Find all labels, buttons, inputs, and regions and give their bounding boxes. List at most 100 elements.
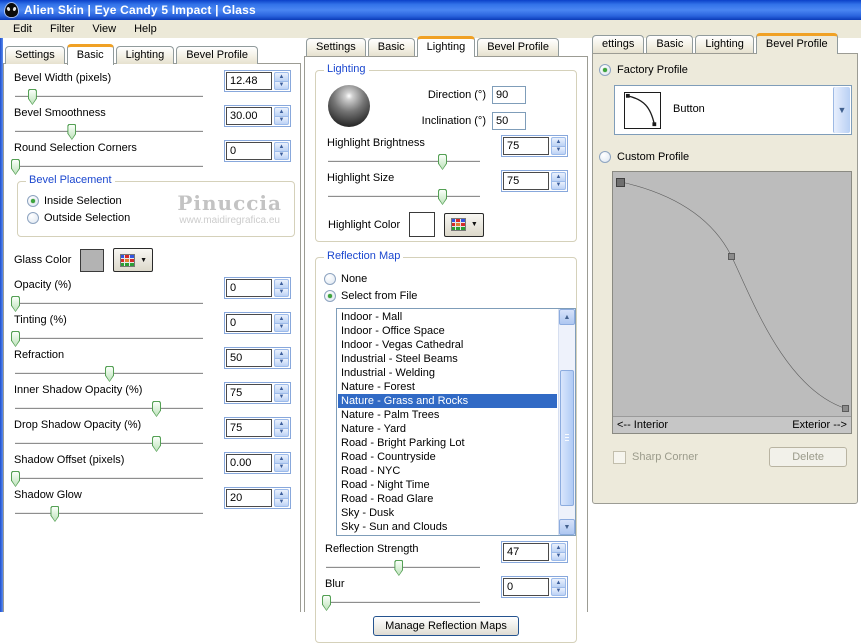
spinner-up-icon[interactable]: ▲: [274, 142, 289, 152]
value-field[interactable]: 50: [226, 349, 272, 367]
slider-thumb[interactable]: [152, 401, 161, 417]
spinner-up-icon[interactable]: ▲: [274, 314, 289, 324]
spinner-down-icon[interactable]: ▼: [274, 323, 289, 332]
direction-input[interactable]: 90: [492, 86, 526, 104]
tab-basic[interactable]: Basic: [66, 44, 114, 65]
custom-profile-radio[interactable]: Custom Profile: [599, 149, 849, 165]
highlight-color-picker-button[interactable]: ▼: [444, 212, 485, 237]
spinner-down-icon[interactable]: ▼: [274, 498, 289, 507]
spinner-down-icon[interactable]: ▼: [274, 116, 289, 125]
value-field[interactable]: 0: [226, 279, 272, 297]
spinner-up-icon[interactable]: ▲: [551, 543, 566, 553]
curve-handle[interactable]: [842, 404, 850, 412]
slider-track[interactable]: [15, 401, 203, 417]
value-field[interactable]: 0.00: [226, 454, 272, 472]
radio-icon[interactable]: [27, 211, 39, 224]
spinner-down-icon[interactable]: ▼: [274, 428, 289, 437]
spinner-up-icon[interactable]: ▲: [551, 172, 566, 182]
slider-thumb[interactable]: [394, 560, 404, 576]
radio-icon[interactable]: [27, 194, 39, 207]
menu-view[interactable]: View: [83, 21, 125, 37]
slider-track[interactable]: [322, 595, 480, 611]
list-item[interactable]: Road - NYC: [338, 464, 557, 478]
list-item[interactable]: Sky - Sun and Clouds: [338, 520, 557, 534]
value-field[interactable]: 75: [226, 419, 272, 437]
tab-bevel-profile[interactable]: Bevel Profile: [755, 33, 838, 54]
radio-icon[interactable]: [599, 64, 611, 76]
scrollbar-thumb[interactable]: [560, 370, 574, 506]
curve-handle[interactable]: [616, 177, 626, 187]
tab-lighting[interactable]: Lighting: [115, 46, 175, 64]
highlight-color-swatch[interactable]: [409, 212, 436, 237]
list-item[interactable]: Indoor - Office Space: [338, 324, 557, 338]
slider-track[interactable]: [11, 296, 203, 312]
menu-filter[interactable]: Filter: [41, 21, 83, 37]
spinner-down-icon[interactable]: ▼: [274, 463, 289, 472]
spinner-down-icon[interactable]: ▼: [551, 552, 566, 561]
spinner-down-icon[interactable]: ▼: [551, 181, 566, 190]
tab-bevel-profile[interactable]: Bevel Profile: [176, 46, 258, 64]
slider-track[interactable]: [15, 366, 203, 382]
spinner-up-icon[interactable]: ▲: [551, 137, 566, 147]
slider-track[interactable]: [15, 89, 203, 105]
value-field[interactable]: 75: [503, 172, 549, 190]
spinner-up-icon[interactable]: ▲: [274, 454, 289, 464]
inclination-input[interactable]: 50: [492, 112, 526, 130]
value-field[interactable]: 0: [503, 578, 549, 596]
tab-settings[interactable]: Settings: [306, 38, 366, 56]
spinner-down-icon[interactable]: ▼: [274, 81, 289, 90]
glass-color-picker-button[interactable]: ▼: [113, 248, 154, 272]
tab-bevel-profile[interactable]: Bevel Profile: [477, 38, 559, 56]
scroll-up-icon[interactable]: ▲: [559, 309, 575, 325]
list-item[interactable]: Road - Night Time: [338, 478, 557, 492]
value-field[interactable]: 30.00: [226, 107, 272, 125]
list-item[interactable]: Industrial - Steel Beams: [338, 352, 557, 366]
slider-track[interactable]: [328, 154, 480, 170]
light-direction-ball[interactable]: [328, 85, 370, 127]
tab-basic[interactable]: Basic: [367, 38, 415, 56]
tab-ettings[interactable]: ettings: [592, 35, 645, 53]
spinner-up-icon[interactable]: ▲: [274, 279, 289, 289]
slider-thumb[interactable]: [11, 471, 20, 487]
bevel-profile-curve-editor[interactable]: <-- Interior Exterior -->: [612, 171, 852, 434]
slider-track[interactable]: [11, 159, 203, 175]
curve-plot[interactable]: [613, 172, 851, 416]
glass-color-swatch[interactable]: [80, 248, 105, 272]
spinner-up-icon[interactable]: ▲: [274, 349, 289, 359]
slider-thumb[interactable]: [11, 296, 20, 312]
spinner-down-icon[interactable]: ▼: [274, 151, 289, 160]
radio-icon[interactable]: [324, 272, 336, 285]
slider-thumb[interactable]: [11, 159, 20, 175]
menu-edit[interactable]: Edit: [4, 21, 41, 37]
value-field[interactable]: 20: [226, 489, 272, 507]
radio-none[interactable]: None: [324, 270, 568, 287]
slider-track[interactable]: [15, 124, 203, 140]
curve-handle[interactable]: [728, 253, 735, 261]
slider-thumb[interactable]: [67, 124, 77, 140]
spinner-up-icon[interactable]: ▲: [551, 578, 566, 588]
value-field[interactable]: 0: [226, 142, 272, 160]
spinner-down-icon[interactable]: ▼: [274, 288, 289, 297]
spinner-down-icon[interactable]: ▼: [274, 393, 289, 402]
factory-profile-dropdown[interactable]: Button ▼: [614, 85, 852, 135]
tab-lighting[interactable]: Lighting: [695, 35, 754, 53]
tab-basic[interactable]: Basic: [646, 35, 694, 53]
value-field[interactable]: 75: [226, 384, 272, 402]
tab-settings[interactable]: Settings: [5, 46, 65, 64]
list-scrollbar[interactable]: ▲ ▼: [558, 309, 575, 535]
radio-icon[interactable]: [324, 289, 336, 302]
slider-thumb[interactable]: [105, 366, 114, 382]
list-item[interactable]: Road - Countryside: [338, 450, 557, 464]
spinner-up-icon[interactable]: ▲: [274, 489, 289, 499]
spinner-down-icon[interactable]: ▼: [274, 358, 289, 367]
value-field[interactable]: 12.48: [226, 72, 272, 90]
factory-profile-radio[interactable]: Factory Profile: [599, 62, 849, 78]
slider-thumb[interactable]: [27, 89, 37, 105]
slider-thumb[interactable]: [152, 436, 161, 452]
list-item[interactable]: Sky - Dusk: [338, 506, 557, 520]
spinner-down-icon[interactable]: ▼: [551, 146, 566, 155]
list-item[interactable]: Indoor - Mall: [338, 310, 557, 324]
slider-thumb[interactable]: [438, 189, 447, 205]
slider-track[interactable]: [328, 189, 480, 205]
spinner-up-icon[interactable]: ▲: [274, 72, 289, 82]
